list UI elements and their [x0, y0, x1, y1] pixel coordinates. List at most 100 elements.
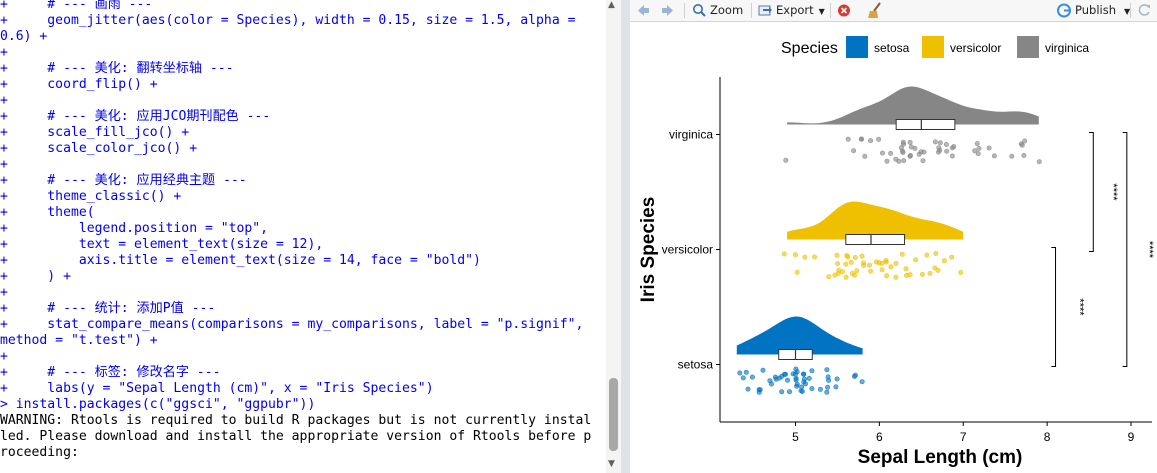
scroll-up-arrow-icon[interactable]: ▲: [608, 0, 615, 10]
legend-label-virginica: virginica: [1045, 41, 1089, 55]
console-warning-line: led. Please download and install the app…: [0, 429, 592, 444]
rain-point-versicolor: [843, 274, 849, 280]
rain-point-setosa: [785, 377, 791, 383]
rain-point-virginica: [918, 149, 924, 155]
zoom-button[interactable]: Zoom: [691, 0, 743, 21]
rain-point-setosa: [809, 386, 815, 392]
rain-point-setosa: [852, 373, 858, 379]
rain-point-versicolor: [859, 253, 865, 259]
rain-point-versicolor: [924, 252, 930, 258]
console-pane[interactable]: + # --- 画雨 --- + geom_jitter(aes(color = …: [0, 0, 606, 473]
x-tick-label: 6: [876, 430, 883, 444]
console-code-line: + ) +: [0, 269, 71, 284]
rain-point-versicolor: [949, 254, 955, 260]
rain-point-setosa: [801, 371, 807, 377]
console-code-line: + stat_compare_means(comparisons = my_co…: [0, 317, 584, 332]
rain-point-virginica: [880, 150, 886, 156]
rain-point-setosa: [824, 367, 830, 373]
refresh-icon[interactable]: [1136, 0, 1152, 21]
export-menu-button[interactable]: Export ▼: [757, 0, 825, 21]
console-code-line: + # --- 美化: 应用经典主题 ---: [0, 173, 247, 188]
rain-point-setosa: [817, 386, 823, 392]
rain-point-virginica: [974, 141, 980, 147]
remove-plot-icon[interactable]: [836, 0, 852, 21]
scroll-down-arrow-icon[interactable]: ▼: [608, 459, 615, 469]
rain-point-versicolor: [835, 270, 841, 276]
console-code-line: + # --- 标签: 修改名字 ---: [0, 365, 221, 380]
x-tick-label: 7: [960, 430, 967, 444]
rain-point-versicolor: [919, 271, 925, 277]
rain-point-versicolor: [879, 261, 885, 267]
significance-label: ****: [1074, 298, 1086, 316]
rain-point-versicolor: [840, 269, 846, 275]
console-code-line: + scale_color_jco() +: [0, 141, 198, 156]
x-tick-label: 9: [1128, 430, 1135, 444]
arrow-left-icon[interactable]: [635, 0, 651, 21]
raincloud-chart: Species setosa versicolor virginica 5 6 7 8 9 set…: [638, 36, 1155, 468]
rain-point-setosa: [799, 388, 805, 394]
rain-point-setosa: [793, 366, 799, 372]
broom-icon[interactable]: [866, 0, 884, 21]
publish-icon: [1057, 3, 1071, 18]
rain-point-versicolor: [883, 259, 889, 265]
y-tick-label: virginica: [669, 128, 713, 142]
console-warning-line: WARNING: Rtools is required to build R p…: [0, 413, 592, 428]
console-code-line: + geom_jitter(aes(color = Species), widt…: [0, 13, 576, 28]
console-code-line: +: [0, 45, 8, 60]
rain-point-virginica: [1021, 153, 1027, 159]
console-code-line: +: [0, 93, 8, 108]
rain-point-versicolor: [933, 251, 939, 257]
rain-point-setosa: [834, 376, 840, 382]
rain-point-setosa: [756, 389, 762, 395]
rain-point-setosa: [745, 386, 751, 392]
rain-point-versicolor: [927, 270, 933, 276]
console-code-line: +: [0, 157, 8, 172]
pane-splitter[interactable]: [621, 0, 630, 473]
significance-bracket: [1051, 247, 1057, 367]
rain-point-versicolor: [903, 266, 909, 272]
x-axis-title: Sepal Length (cm): [858, 447, 1023, 468]
rain-point-setosa: [825, 384, 831, 390]
rain-point-virginica: [976, 146, 982, 152]
rain-point-virginica: [893, 156, 899, 162]
rain-point-versicolor: [935, 267, 941, 273]
rain-point-virginica: [991, 153, 997, 159]
console-scrollbar-thumb[interactable]: [609, 378, 618, 451]
rain-point-virginica: [944, 148, 950, 154]
rain-point-virginica: [884, 158, 890, 164]
rain-point-setosa: [787, 389, 793, 395]
arrow-right-icon[interactable]: [659, 0, 675, 21]
rain-point-virginica: [876, 136, 882, 142]
console-code-line: + # --- 美化: 应用JCO期刊配色 ---: [0, 109, 271, 124]
console-code-line: + theme_classic() +: [0, 189, 182, 204]
rain-point-setosa: [803, 381, 809, 387]
rain-point-versicolor: [835, 261, 841, 267]
rain-point-virginica: [908, 144, 914, 150]
console-code-line: method = "t.test") +: [0, 333, 158, 348]
rain-point-setosa: [760, 367, 766, 373]
rain-point-setosa: [740, 375, 746, 381]
x-tick-label: 5: [792, 430, 799, 444]
rain-point-virginica: [783, 157, 789, 163]
rain-point-versicolor: [941, 258, 947, 264]
rain-point-versicolor: [861, 260, 867, 266]
rain-point-virginica: [937, 140, 943, 146]
rain-point-virginica: [920, 158, 926, 164]
console-code-line: + # --- 美化: 翻转坐标轴 ---: [0, 61, 234, 76]
significance-bracket: [1122, 132, 1128, 367]
boxplot-virginica: [895, 119, 956, 130]
rain-point-versicolor: [893, 261, 899, 267]
publish-button[interactable]: Publish ▼: [1056, 0, 1130, 21]
rain-point-versicolor: [899, 251, 905, 257]
rain-point-virginica: [907, 153, 913, 159]
legend-swatch-virginica: [1017, 36, 1039, 58]
console-code-line: + theme(: [0, 205, 95, 220]
rain-point-virginica: [868, 138, 874, 144]
rain-point-setosa: [806, 375, 812, 381]
zoom-label: Zoom: [710, 3, 744, 17]
rain-point-versicolor: [802, 254, 808, 260]
rain-point-virginica: [859, 136, 865, 142]
rain-point-versicolor: [854, 268, 860, 274]
rain-point-virginica: [900, 139, 906, 145]
console-code-line: + labs(y = "Sepal Length (cm)", x = "Iri…: [0, 381, 434, 396]
